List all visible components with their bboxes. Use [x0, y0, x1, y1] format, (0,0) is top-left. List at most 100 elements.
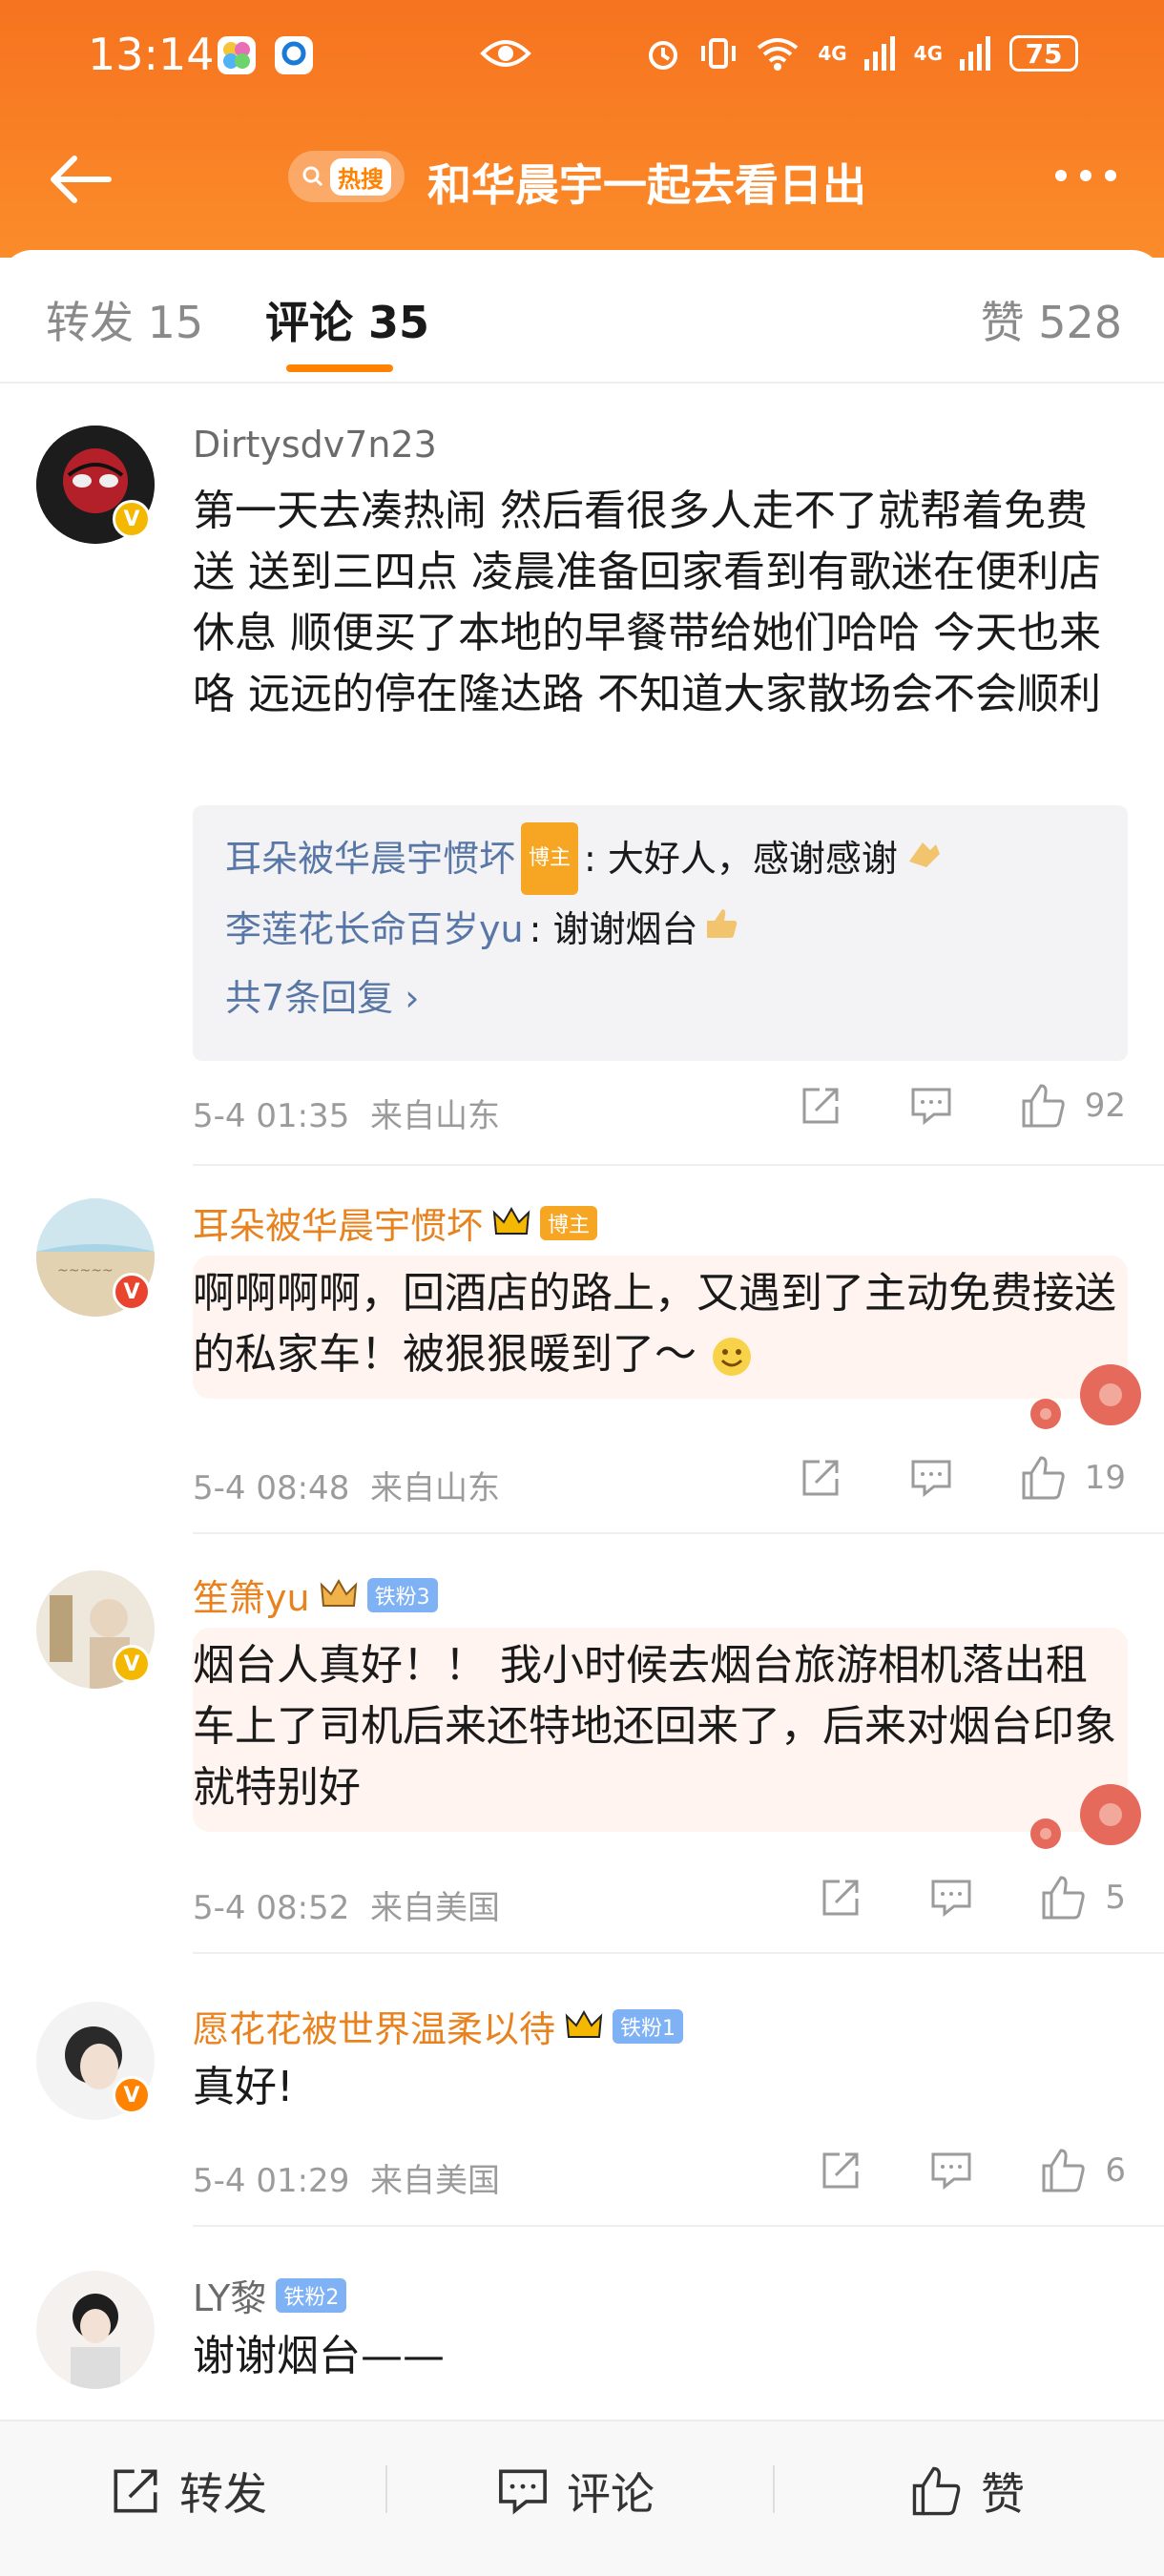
comment-actions: 6 [752, 2147, 1126, 2194]
alarm-icon [649, 41, 678, 70]
fan-crown-icon [320, 1578, 357, 1607]
fan-level-tag: 铁粉1 [613, 2008, 684, 2044]
comment-location: 来自美国 [369, 1889, 500, 1927]
comment-actions: 5 [752, 1874, 1126, 1922]
share-icon [114, 2469, 157, 2513]
divider [193, 1532, 1164, 1534]
crown-icon [492, 1206, 530, 1235]
separator [385, 2465, 387, 2513]
page-title: 和华晨宇一起去看日出 [427, 159, 866, 211]
back-arrow-icon[interactable] [46, 151, 114, 212]
comment-text: 烟台人真好！！ 我小时候去烟台旅游相机落出租车上了司机后来还特地还回来了，后来对… [193, 1641, 1116, 1812]
comment-text: 真好! [193, 2063, 294, 2111]
host-tag: 博主 [521, 822, 579, 895]
share-button[interactable] [819, 2149, 863, 2192]
reply-username[interactable]: 耳朵被华晨宇惯坏 [225, 824, 515, 893]
thumbs-up-icon [1042, 2149, 1086, 2192]
comment-text: 谢谢烟台—— [193, 2332, 445, 2380]
comment-meta: 5-4 01:29 来自美国 [193, 2154, 500, 2201]
thumbs-up-icon [1022, 1456, 1065, 1500]
divider [193, 2225, 1164, 2227]
comment-text: 第一天去凑热闹 然后看很多人走不了就帮着免费送 送到三四点 凌晨准备回家看到有歌… [193, 487, 1101, 718]
comment-time: 5-4 08:48 [193, 1469, 350, 1507]
signal-label-2: 4G [913, 42, 943, 65]
reply-text: : 谢谢烟台 [529, 908, 698, 950]
username-text[interactable]: Dirtysdv7n23 [193, 424, 437, 466]
comment-location: 来自山东 [369, 1097, 500, 1135]
share-button[interactable] [799, 1456, 842, 1500]
comment-text: 啊啊啊啊，回酒店的路上，又遇到了主动免费接送的私家车！被狠狠暖到了～ [193, 1263, 1128, 1385]
more-options-icon[interactable] [1055, 170, 1116, 181]
avatar[interactable] [36, 2271, 155, 2389]
thumbs-up-emoji-icon [703, 895, 739, 964]
like-count: 5 [1105, 1879, 1126, 1917]
nav-bar: 热搜 和华晨宇一起去看日出 [0, 134, 1164, 239]
bottom-repost-button[interactable]: 转发 [109, 2460, 267, 2523]
smile-emoji-icon [710, 1330, 754, 1379]
bottom-repost-label: 转发 [179, 2468, 267, 2520]
like-button[interactable]: 92 [1020, 1082, 1126, 1130]
username-text[interactable]: LY黎 [193, 2269, 266, 2321]
chevron-right-icon: › [405, 977, 420, 1019]
comment-actions: 19 [732, 1454, 1126, 1502]
username-text[interactable]: 愿花花被世界温柔以待 [193, 2000, 555, 2052]
comment-location: 来自美国 [369, 2162, 500, 2200]
app-icon-photos [218, 36, 256, 74]
comment-time: 5-4 01:29 [193, 2162, 350, 2200]
comment-text-content: 啊啊啊啊，回酒店的路上，又遇到了主动免费接送的私家车！被狠狠暖到了～ [193, 1269, 1116, 1379]
bottom-comment-label: 评论 [567, 2468, 655, 2520]
reply-button[interactable] [929, 2149, 973, 2192]
more-replies-text: 共7条回复 [225, 977, 394, 1019]
reply-username[interactable]: 李莲花长命百岁yu [225, 895, 524, 964]
tab-repost[interactable]: 转发 15 [46, 288, 203, 351]
verified-badge-icon: V [113, 2076, 151, 2114]
bottom-comment-button[interactable]: 评论 [496, 2460, 655, 2523]
reply-line: 李莲花长命百岁yu : 谢谢烟台 [225, 895, 1095, 964]
more-replies-link[interactable]: 共7条回复 › [225, 964, 1095, 1032]
comment-time: 5-4 08:52 [193, 1889, 350, 1927]
comment-icon [931, 2152, 971, 2191]
hot-search-badge[interactable]: 热搜 [288, 151, 405, 202]
comment-username: 耳朵被华晨宇惯坏 博主 [193, 1196, 598, 1249]
share-icon [802, 1088, 839, 1124]
reply-text: : 大好人，感谢感谢 [584, 838, 898, 880]
thumbs-up-icon [1022, 1084, 1065, 1128]
comment-icon [931, 1880, 971, 1918]
crown-icon [565, 2009, 603, 2038]
like-button[interactable]: 6 [1040, 2147, 1126, 2194]
flower-decoration-icon [1017, 1357, 1141, 1437]
share-button[interactable] [819, 1876, 863, 1920]
signal-icon [863, 36, 895, 71]
comment-icon [499, 2469, 547, 2515]
tab-comment[interactable]: 评论 35 [265, 288, 429, 351]
tab-active-indicator [286, 364, 393, 372]
comment-icon [911, 1088, 951, 1126]
comment-actions: 92 [732, 1082, 1126, 1130]
username-text[interactable]: 笙箫yu [193, 1568, 310, 1621]
reply-button[interactable] [929, 1876, 973, 1920]
share-icon [802, 1460, 839, 1496]
comment-username: 愿花花被世界温柔以待 铁粉1 [193, 2000, 684, 2052]
app-icon-tv [275, 36, 313, 74]
host-tag: 博主 [540, 1205, 598, 1240]
divider [193, 1164, 1164, 1166]
share-icon [822, 2152, 859, 2189]
share-button[interactable] [799, 1084, 842, 1128]
comment-username: Dirtysdv7n23 [193, 424, 437, 466]
thumbs-up-icon [1042, 1876, 1086, 1920]
reply-button[interactable] [909, 1456, 953, 1500]
like-button[interactable]: 5 [1040, 1874, 1126, 1922]
vibrate-icon [701, 38, 737, 69]
divider [193, 1952, 1164, 1954]
comment-meta: 5-4 01:35 来自山东 [193, 1090, 500, 1136]
reply-button[interactable] [909, 1084, 953, 1128]
hot-search-label: 热搜 [330, 157, 391, 196]
username-text[interactable]: 耳朵被华晨宇惯坏 [193, 1196, 483, 1249]
comment-username: LY黎 铁粉2 [193, 2269, 347, 2321]
like-button[interactable]: 19 [1020, 1454, 1126, 1502]
bottom-like-button[interactable]: 赞 [910, 2460, 1025, 2523]
verified-badge-icon: V [113, 1645, 151, 1683]
separator [773, 2465, 775, 2513]
reply-box[interactable]: 耳朵被华晨宇惯坏 博主 : 大好人，感谢感谢 李莲花长命百岁yu : 谢谢烟台 … [193, 805, 1128, 1061]
tab-like[interactable]: 赞 528 [981, 288, 1122, 351]
